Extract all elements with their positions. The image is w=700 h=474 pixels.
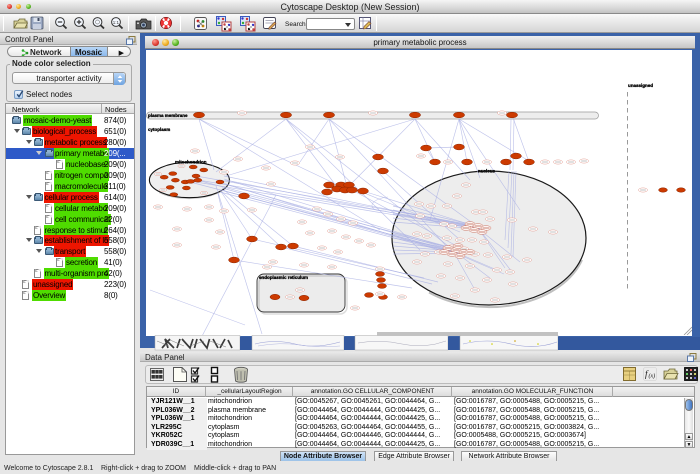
- svg-text:endoplasmic reticulum: endoplasmic reticulum: [259, 275, 308, 280]
- svg-text:mitochondrion: mitochondrion: [175, 160, 207, 165]
- svg-text:1:1: 1:1: [113, 20, 120, 25]
- svg-text:unassigned: unassigned: [628, 83, 653, 88]
- svg-text:nucleus: nucleus: [478, 169, 496, 174]
- svg-text:plasma membrane: plasma membrane: [148, 113, 188, 118]
- svg-text:(x): (x): [649, 373, 656, 380]
- svg-text:cytoplasm: cytoplasm: [148, 127, 170, 132]
